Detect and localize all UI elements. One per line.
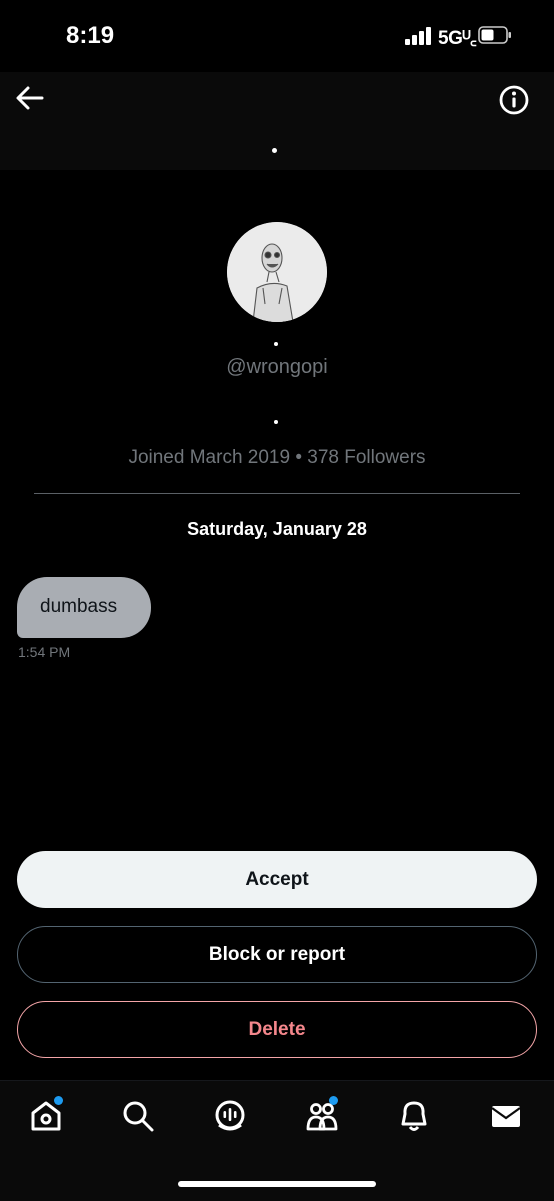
delete-button[interactable]: Delete <box>17 1001 537 1058</box>
signal-icon <box>405 27 431 45</box>
avatar[interactable] <box>227 222 327 322</box>
message-time: 1:54 PM <box>18 644 71 660</box>
home-indicator <box>178 1181 376 1187</box>
home-notification-dot <box>54 1096 63 1105</box>
search-icon[interactable] <box>120 1098 156 1134</box>
bell-icon[interactable] <box>396 1098 432 1134</box>
bio-dot <box>274 342 278 346</box>
status-bar: 8:19 5Gᵁ꜀ <box>0 0 554 72</box>
conversation-header <box>0 72 554 170</box>
avatar-drawing <box>227 222 327 322</box>
conversation-date: Saturday, January 28 <box>187 519 367 539</box>
accept-button[interactable]: Accept <box>17 851 537 908</box>
network-type: 5Gᵁ꜀ <box>438 28 477 49</box>
divider <box>34 493 520 494</box>
block-or-report-button[interactable]: Block or report <box>17 926 537 983</box>
profile-handle[interactable]: @wrongopi <box>0 356 554 379</box>
info-icon[interactable] <box>496 82 532 118</box>
back-arrow-icon[interactable] <box>12 82 48 114</box>
display-name <box>272 148 277 153</box>
battery-icon <box>478 26 511 44</box>
communities-notification-dot <box>329 1096 338 1105</box>
message-bubble[interactable]: dumbass <box>17 577 151 638</box>
message-text: dumbass <box>40 596 118 617</box>
clock: 8:19 <box>66 22 115 49</box>
spaces-icon[interactable] <box>212 1098 248 1134</box>
mail-icon[interactable] <box>488 1098 524 1134</box>
profile-meta: Joined March 2019 • 378 Followers <box>128 447 426 468</box>
bio-dot <box>274 420 278 424</box>
